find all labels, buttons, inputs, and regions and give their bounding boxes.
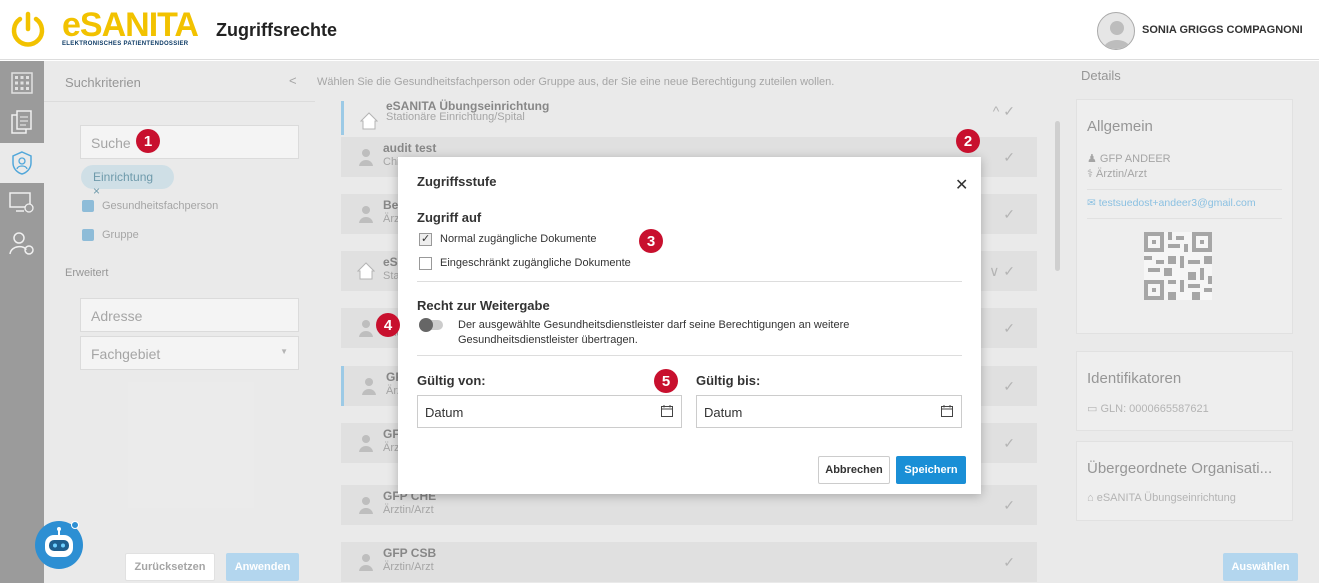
checkbox-label: Normal zugängliche Dokumente bbox=[440, 233, 597, 245]
marker-3: 3 bbox=[639, 229, 663, 253]
page-title: Zugriffsrechte bbox=[216, 20, 338, 40]
share-description-1: Der ausgewählte Gesundheitsdienstleister… bbox=[458, 319, 850, 331]
user-avatar-icon bbox=[1103, 21, 1131, 49]
valid-to-date-placeholder: Datum bbox=[704, 405, 743, 420]
avatar[interactable] bbox=[1097, 12, 1135, 50]
share-toggle[interactable] bbox=[419, 318, 443, 332]
marker-4: 4 bbox=[376, 313, 400, 337]
dialog-title: Zugriffsstufe bbox=[417, 174, 497, 189]
logo-text: eSANITA bbox=[62, 6, 199, 44]
notification-dot bbox=[71, 521, 79, 529]
marker-1: 1 bbox=[136, 129, 160, 153]
access-heading: Zugriff auf bbox=[417, 210, 482, 225]
calendar-icon bbox=[661, 405, 673, 417]
top-bar: eSANITA ELEKTRONISCHES PATIENTENDOSSIER … bbox=[0, 0, 1319, 60]
divider bbox=[417, 355, 962, 356]
share-heading: Recht zur Weitergabe bbox=[417, 298, 550, 313]
divider bbox=[417, 281, 962, 282]
checkbox-label: Eingeschränkt zugängliche Dokumente bbox=[440, 257, 631, 269]
calendar-icon bbox=[941, 405, 953, 417]
marker-5: 5 bbox=[654, 369, 678, 393]
checkbox-restricted-documents[interactable] bbox=[419, 257, 432, 270]
valid-from-label: Gültig von: bbox=[417, 373, 486, 388]
logo-subtitle: ELEKTRONISCHES PATIENTENDOSSIER bbox=[62, 41, 189, 47]
access-level-dialog: Zugriffsstufe ✕ Zugriff auf ✓ Normal zug… bbox=[398, 157, 981, 494]
user-name[interactable]: SONIA GRIGGS COMPAGNONI bbox=[1142, 24, 1303, 36]
valid-to-label: Gültig bis: bbox=[696, 373, 761, 388]
checkbox-normal-documents[interactable]: ✓ bbox=[419, 233, 432, 246]
valid-from-date-placeholder: Datum bbox=[425, 405, 464, 420]
toggle-knob bbox=[419, 318, 433, 332]
save-button[interactable]: Speichern bbox=[896, 456, 966, 484]
share-description-2: Gesundheitsdienstleister übertragen. bbox=[458, 334, 638, 346]
chatbot-button[interactable] bbox=[35, 521, 83, 569]
cancel-button[interactable]: Abbrechen bbox=[818, 456, 890, 484]
valid-to-date-input[interactable]: Datum bbox=[696, 395, 962, 428]
close-icon[interactable]: ✕ bbox=[955, 175, 968, 195]
marker-2: 2 bbox=[956, 129, 980, 153]
power-logo-icon bbox=[11, 11, 45, 47]
valid-from-date-input[interactable]: Datum bbox=[417, 395, 682, 428]
check-icon: ✓ bbox=[421, 233, 431, 245]
